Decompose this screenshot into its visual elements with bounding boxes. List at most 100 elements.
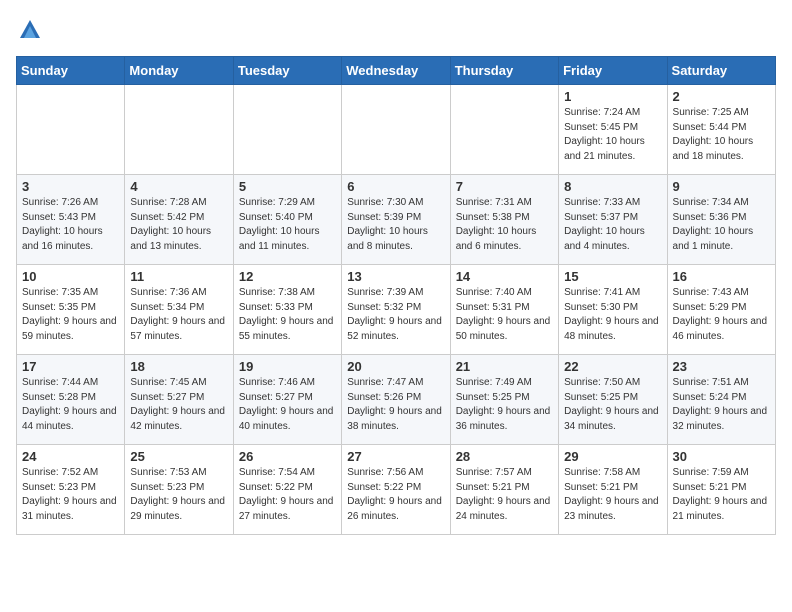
day-info: Sunrise: 7:33 AM Sunset: 5:37 PM Dayligh… [564, 196, 661, 254]
day-cell: 14 Sunrise: 7:40 AM Sunset: 5:31 PM Dayli… [450, 265, 558, 355]
day-number: 5 [239, 179, 336, 194]
day-number: 13 [347, 269, 444, 284]
week-row-2: 3Sunrise: 7:26 AM Sunset: 5:43 PM Daylig… [17, 175, 776, 265]
day-info: Sunrise: 7:45 AM Sunset: 5:27 PM Dayligh… [130, 376, 227, 434]
day-info: Sunrise: 7:30 AM Sunset: 5:39 PM Dayligh… [347, 196, 444, 254]
weekday-header-friday: Friday [559, 57, 667, 85]
day-cell [450, 85, 558, 175]
day-number: 17 [22, 359, 119, 374]
day-info: Sunrise: 7:35 AM Sunset: 5:35 PM Dayligh… [22, 286, 119, 344]
weekday-header-saturday: Saturday [667, 57, 775, 85]
day-number: 30 [673, 449, 770, 464]
logo-icon [16, 16, 44, 44]
day-info: Sunrise: 7:36 AM Sunset: 5:34 PM Dayligh… [130, 286, 227, 344]
weekday-header-monday: Monday [125, 57, 233, 85]
day-number: 4 [130, 179, 227, 194]
week-row-1: 1 Sunrise: 7:24 AM Sunset: 5:45 PM Daylig… [17, 85, 776, 175]
day-number: 15 [564, 269, 661, 284]
day-info: Sunrise: 7:50 AM Sunset: 5:25 PM Dayligh… [564, 376, 661, 434]
day-cell: 29 Sunrise: 7:58 AM Sunset: 5:21 PM Dayli… [559, 445, 667, 535]
day-number: 26 [239, 449, 336, 464]
day-cell: 7 Sunrise: 7:31 AM Sunset: 5:38 PM Daylig… [450, 175, 558, 265]
day-cell: 18 Sunrise: 7:45 AM Sunset: 5:27 PM Dayli… [125, 355, 233, 445]
day-info: Sunrise: 7:59 AM Sunset: 5:21 PM Dayligh… [673, 466, 770, 524]
page-header [16, 16, 776, 44]
day-cell [125, 85, 233, 175]
weekday-header-sunday: Sunday [17, 57, 125, 85]
day-number: 7 [456, 179, 553, 194]
day-cell: 19 Sunrise: 7:46 AM Sunset: 5:27 PM Dayli… [233, 355, 341, 445]
day-cell: 21 Sunrise: 7:49 AM Sunset: 5:25 PM Dayli… [450, 355, 558, 445]
day-info: Sunrise: 7:47 AM Sunset: 5:26 PM Dayligh… [347, 376, 444, 434]
day-number: 20 [347, 359, 444, 374]
day-cell: 25 Sunrise: 7:53 AM Sunset: 5:23 PM Dayli… [125, 445, 233, 535]
day-info: Sunrise: 7:31 AM Sunset: 5:38 PM Dayligh… [456, 196, 553, 254]
day-cell: 20 Sunrise: 7:47 AM Sunset: 5:26 PM Dayli… [342, 355, 450, 445]
day-info: Sunrise: 7:24 AM Sunset: 5:45 PM Dayligh… [564, 106, 661, 164]
day-number: 1 [564, 89, 661, 104]
day-number: 22 [564, 359, 661, 374]
day-cell: 15 Sunrise: 7:41 AM Sunset: 5:30 PM Dayli… [559, 265, 667, 355]
day-number: 25 [130, 449, 227, 464]
day-cell: 27 Sunrise: 7:56 AM Sunset: 5:22 PM Dayli… [342, 445, 450, 535]
day-number: 21 [456, 359, 553, 374]
day-cell: 4 Sunrise: 7:28 AM Sunset: 5:42 PM Daylig… [125, 175, 233, 265]
day-cell: 26 Sunrise: 7:54 AM Sunset: 5:22 PM Dayli… [233, 445, 341, 535]
day-cell [17, 85, 125, 175]
day-number: 28 [456, 449, 553, 464]
day-cell: 30 Sunrise: 7:59 AM Sunset: 5:21 PM Dayli… [667, 445, 775, 535]
day-cell: 28 Sunrise: 7:57 AM Sunset: 5:21 PM Dayli… [450, 445, 558, 535]
day-cell [342, 85, 450, 175]
day-number: 19 [239, 359, 336, 374]
day-cell: 12Sunrise: 7:38 AM Sunset: 5:33 PM Dayli… [233, 265, 341, 355]
day-info: Sunrise: 7:57 AM Sunset: 5:21 PM Dayligh… [456, 466, 553, 524]
day-info: Sunrise: 7:29 AM Sunset: 5:40 PM Dayligh… [239, 196, 336, 254]
day-info: Sunrise: 7:49 AM Sunset: 5:25 PM Dayligh… [456, 376, 553, 434]
day-number: 23 [673, 359, 770, 374]
day-info: Sunrise: 7:28 AM Sunset: 5:42 PM Dayligh… [130, 196, 227, 254]
day-info: Sunrise: 7:51 AM Sunset: 5:24 PM Dayligh… [673, 376, 770, 434]
day-cell: 16Sunrise: 7:43 AM Sunset: 5:29 PM Dayli… [667, 265, 775, 355]
day-cell: 3Sunrise: 7:26 AM Sunset: 5:43 PM Daylig… [17, 175, 125, 265]
weekday-header-tuesday: Tuesday [233, 57, 341, 85]
day-cell: 10Sunrise: 7:35 AM Sunset: 5:35 PM Dayli… [17, 265, 125, 355]
day-number: 29 [564, 449, 661, 464]
day-info: Sunrise: 7:26 AM Sunset: 5:43 PM Dayligh… [22, 196, 119, 254]
day-info: Sunrise: 7:58 AM Sunset: 5:21 PM Dayligh… [564, 466, 661, 524]
week-row-5: 24Sunrise: 7:52 AM Sunset: 5:23 PM Dayli… [17, 445, 776, 535]
day-cell: 5 Sunrise: 7:29 AM Sunset: 5:40 PM Daylig… [233, 175, 341, 265]
day-info: Sunrise: 7:41 AM Sunset: 5:30 PM Dayligh… [564, 286, 661, 344]
day-info: Sunrise: 7:52 AM Sunset: 5:23 PM Dayligh… [22, 466, 119, 524]
weekday-header-thursday: Thursday [450, 57, 558, 85]
calendar: SundayMondayTuesdayWednesdayThursdayFrid… [16, 56, 776, 535]
day-cell: 9Sunrise: 7:34 AM Sunset: 5:36 PM Daylig… [667, 175, 775, 265]
day-number: 14 [456, 269, 553, 284]
day-info: Sunrise: 7:34 AM Sunset: 5:36 PM Dayligh… [673, 196, 770, 254]
day-info: Sunrise: 7:46 AM Sunset: 5:27 PM Dayligh… [239, 376, 336, 434]
day-info: Sunrise: 7:53 AM Sunset: 5:23 PM Dayligh… [130, 466, 227, 524]
day-info: Sunrise: 7:38 AM Sunset: 5:33 PM Dayligh… [239, 286, 336, 344]
day-cell: 11 Sunrise: 7:36 AM Sunset: 5:34 PM Dayli… [125, 265, 233, 355]
day-info: Sunrise: 7:39 AM Sunset: 5:32 PM Dayligh… [347, 286, 444, 344]
day-info: Sunrise: 7:25 AM Sunset: 5:44 PM Dayligh… [673, 106, 770, 164]
day-cell: 13 Sunrise: 7:39 AM Sunset: 5:32 PM Dayli… [342, 265, 450, 355]
day-number: 18 [130, 359, 227, 374]
day-cell: 23 Sunrise: 7:51 AM Sunset: 5:24 PM Dayli… [667, 355, 775, 445]
day-number: 6 [347, 179, 444, 194]
day-cell: 17 Sunrise: 7:44 AM Sunset: 5:28 PM Dayli… [17, 355, 125, 445]
day-info: Sunrise: 7:40 AM Sunset: 5:31 PM Dayligh… [456, 286, 553, 344]
day-info: Sunrise: 7:44 AM Sunset: 5:28 PM Dayligh… [22, 376, 119, 434]
day-number: 2 [673, 89, 770, 104]
weekday-header-row: SundayMondayTuesdayWednesdayThursdayFrid… [17, 57, 776, 85]
day-info: Sunrise: 7:54 AM Sunset: 5:22 PM Dayligh… [239, 466, 336, 524]
day-cell: 8Sunrise: 7:33 AM Sunset: 5:37 PM Daylig… [559, 175, 667, 265]
day-cell: 2 Sunrise: 7:25 AM Sunset: 5:44 PM Daylig… [667, 85, 775, 175]
weekday-header-wednesday: Wednesday [342, 57, 450, 85]
week-row-3: 10Sunrise: 7:35 AM Sunset: 5:35 PM Dayli… [17, 265, 776, 355]
day-number: 11 [130, 269, 227, 284]
day-cell: 6 Sunrise: 7:30 AM Sunset: 5:39 PM Daylig… [342, 175, 450, 265]
day-number: 27 [347, 449, 444, 464]
week-row-4: 17 Sunrise: 7:44 AM Sunset: 5:28 PM Dayli… [17, 355, 776, 445]
day-info: Sunrise: 7:56 AM Sunset: 5:22 PM Dayligh… [347, 466, 444, 524]
day-cell: 24Sunrise: 7:52 AM Sunset: 5:23 PM Dayli… [17, 445, 125, 535]
